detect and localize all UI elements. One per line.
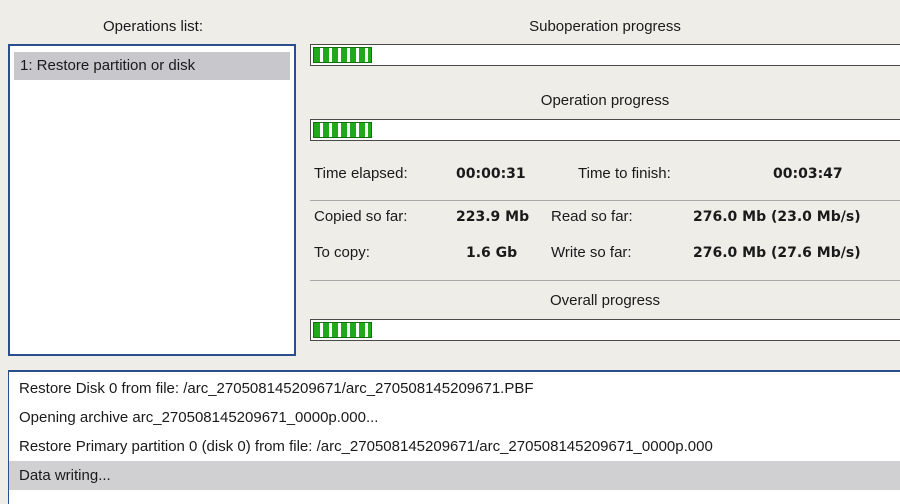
operations-list-header: Operations list: bbox=[102, 18, 204, 35]
time-elapsed-label: Time elapsed: bbox=[314, 165, 408, 182]
read-so-far-value: 276.0 Mb (23.0 Mb/s) bbox=[693, 209, 861, 225]
log-line-selected: Data writing... bbox=[9, 461, 900, 490]
overall-progress-bar bbox=[310, 319, 900, 341]
to-copy-label: To copy: bbox=[314, 244, 370, 261]
time-elapsed-value: 00:00:31 bbox=[456, 166, 526, 182]
log-panel[interactable]: Restore Disk 0 from file: /arc_270508145… bbox=[8, 370, 900, 504]
separator bbox=[310, 200, 900, 201]
write-so-far-value: 276.0 Mb (27.6 Mb/s) bbox=[693, 245, 861, 261]
time-to-finish-value: 00:03:47 bbox=[773, 166, 843, 182]
suboperation-progress-fill bbox=[313, 47, 372, 63]
operation-progress-title: Operation progress bbox=[540, 92, 670, 109]
read-so-far-label: Read so far: bbox=[551, 208, 633, 225]
copied-so-far-value: 223.9 Mb bbox=[456, 209, 530, 225]
log-line: Restore Primary partition 0 (disk 0) fro… bbox=[19, 438, 713, 455]
log-line: Opening archive arc_270508145209671_0000… bbox=[19, 409, 379, 426]
suboperation-progress-title: Suboperation progress bbox=[529, 18, 681, 35]
operations-list[interactable]: 1: Restore partition or disk bbox=[8, 44, 296, 356]
log-line: Restore Disk 0 from file: /arc_270508145… bbox=[19, 380, 534, 397]
to-copy-value: 1.6 Gb bbox=[466, 245, 518, 261]
operation-item[interactable]: 1: Restore partition or disk bbox=[14, 52, 290, 80]
operation-progress-bar bbox=[310, 119, 900, 141]
write-so-far-label: Write so far: bbox=[551, 244, 632, 261]
operation-progress-fill bbox=[313, 122, 372, 138]
suboperation-progress-bar bbox=[310, 44, 900, 66]
separator bbox=[310, 280, 900, 281]
overall-progress-title: Overall progress bbox=[549, 292, 661, 309]
time-to-finish-label: Time to finish: bbox=[578, 165, 671, 182]
copied-so-far-label: Copied so far: bbox=[314, 208, 408, 225]
overall-progress-fill bbox=[313, 322, 372, 338]
